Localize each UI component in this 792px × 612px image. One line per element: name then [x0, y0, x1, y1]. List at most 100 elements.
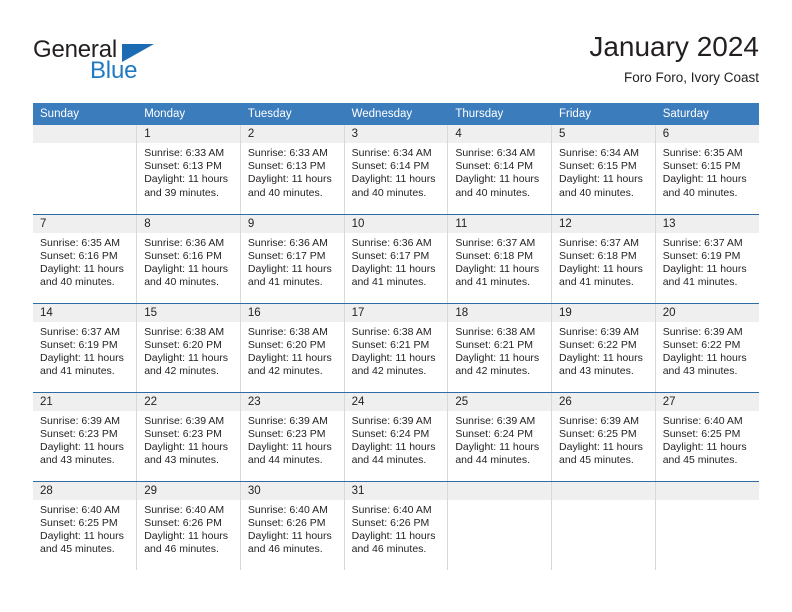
- day-cell[interactable]: 16 Sunrise: 6:38 AM Sunset: 6:20 PM Dayl…: [240, 303, 345, 393]
- sunrise-text: Sunrise: 6:39 AM: [455, 414, 536, 427]
- day-cell[interactable]: 27 Sunrise: 6:40 AM Sunset: 6:25 PM Dayl…: [655, 392, 759, 482]
- day-details: Sunrise: 6:33 AM Sunset: 6:13 PM Dayligh…: [241, 143, 344, 200]
- sunrise-text: Sunrise: 6:39 AM: [40, 414, 120, 427]
- calendar-week-row: 14 Sunrise: 6:37 AM Sunset: 6:19 PM Dayl…: [33, 303, 759, 393]
- daylight-text-line2: and 40 minutes.: [351, 186, 427, 199]
- day-cell[interactable]: 15 Sunrise: 6:38 AM Sunset: 6:20 PM Dayl…: [136, 303, 241, 393]
- daylight-text-line1: Daylight: 11 hours: [247, 351, 332, 364]
- daylight-text-line2: and 41 minutes.: [247, 276, 323, 289]
- day-cell[interactable]: 3 Sunrise: 6:34 AM Sunset: 6:14 PM Dayli…: [344, 125, 449, 215]
- daylight-text-line1: Daylight: 11 hours: [144, 262, 229, 275]
- sunset-text: Sunset: 6:19 PM: [662, 249, 741, 262]
- sunset-text: Sunset: 6:22 PM: [662, 338, 741, 351]
- day-number: 22: [137, 392, 240, 411]
- day-cell[interactable]: 5 Sunrise: 6:34 AM Sunset: 6:15 PM Dayli…: [551, 125, 656, 215]
- sunrise-text: Sunrise: 6:34 AM: [351, 147, 432, 159]
- day-cell[interactable]: 1 Sunrise: 6:33 AM Sunset: 6:13 PM Dayli…: [136, 125, 241, 215]
- day-cell[interactable]: 9 Sunrise: 6:36 AM Sunset: 6:17 PM Dayli…: [240, 214, 345, 304]
- day-cell[interactable]: 22 Sunrise: 6:39 AM Sunset: 6:23 PM Dayl…: [136, 392, 241, 482]
- day-number: [448, 481, 552, 500]
- daylight-text-line2: and 46 minutes.: [351, 543, 427, 556]
- sunrise-text: Sunrise: 6:38 AM: [144, 325, 225, 338]
- day-cell[interactable]: 17 Sunrise: 6:38 AM Sunset: 6:21 PM Dayl…: [344, 303, 449, 393]
- daylight-text-line1: Daylight: 11 hours: [351, 173, 436, 186]
- day-number: 30: [240, 481, 344, 500]
- day-cell[interactable]: 12 Sunrise: 6:37 AM Sunset: 6:18 PM Dayl…: [551, 214, 656, 304]
- sunrise-text: Sunrise: 6:39 AM: [247, 414, 328, 427]
- day-cell[interactable]: 21 Sunrise: 6:39 AM Sunset: 6:23 PM Dayl…: [33, 392, 138, 482]
- day-number: 11: [448, 214, 552, 233]
- sunset-text: Sunset: 6:16 PM: [40, 249, 118, 262]
- day-number: 10: [344, 214, 448, 233]
- day-number: 1: [137, 125, 240, 143]
- day-cell[interactable]: 11 Sunrise: 6:37 AM Sunset: 6:18 PM Dayl…: [447, 214, 553, 304]
- day-cell[interactable]: 10 Sunrise: 6:36 AM Sunset: 6:17 PM Dayl…: [344, 214, 449, 304]
- day-cell[interactable]: 28 Sunrise: 6:40 AM Sunset: 6:25 PM Dayl…: [33, 481, 138, 570]
- day-cell-empty: [551, 481, 656, 570]
- day-number: [655, 481, 759, 500]
- day-cell[interactable]: 18 Sunrise: 6:38 AM Sunset: 6:21 PM Dayl…: [447, 303, 553, 393]
- sunrise-text: Sunrise: 6:36 AM: [144, 236, 225, 249]
- daylight-text-line2: and 40 minutes.: [144, 276, 219, 289]
- day-cell[interactable]: 23 Sunrise: 6:39 AM Sunset: 6:23 PM Dayl…: [240, 392, 345, 482]
- day-details: Sunrise: 6:38 AM Sunset: 6:21 PM Dayligh…: [448, 322, 551, 379]
- day-cell[interactable]: 14 Sunrise: 6:37 AM Sunset: 6:19 PM Dayl…: [33, 303, 138, 393]
- day-cell[interactable]: 8 Sunrise: 6:36 AM Sunset: 6:16 PM Dayli…: [136, 214, 241, 304]
- sunrise-text: Sunrise: 6:35 AM: [662, 147, 743, 159]
- day-number: 25: [448, 392, 552, 411]
- daylight-text-line2: and 45 minutes.: [662, 454, 738, 467]
- day-number: 14: [33, 303, 137, 322]
- day-cell[interactable]: 4 Sunrise: 6:34 AM Sunset: 6:14 PM Dayli…: [447, 125, 553, 215]
- day-number: 9: [240, 214, 344, 233]
- day-number: 7: [33, 214, 137, 233]
- day-number: 23: [240, 392, 344, 411]
- day-cell[interactable]: 20 Sunrise: 6:39 AM Sunset: 6:22 PM Dayl…: [655, 303, 759, 393]
- page-title: January 2024: [589, 31, 759, 62]
- sunset-text: Sunset: 6:16 PM: [144, 249, 222, 262]
- day-number: 26: [552, 392, 655, 411]
- day-number: 12: [552, 214, 655, 233]
- day-details: Sunrise: 6:40 AM Sunset: 6:25 PM Dayligh…: [656, 411, 759, 468]
- day-number: 2: [240, 125, 344, 143]
- daylight-text-line1: Daylight: 11 hours: [247, 440, 332, 453]
- sunset-text: Sunset: 6:21 PM: [455, 338, 533, 351]
- daylight-text-line2: and 43 minutes.: [662, 365, 738, 378]
- weekday-header-sunday: Sunday: [33, 103, 138, 125]
- daylight-text-line2: and 41 minutes.: [40, 365, 115, 378]
- day-details: Sunrise: 6:35 AM Sunset: 6:15 PM Dayligh…: [656, 143, 759, 200]
- daylight-text-line2: and 42 minutes.: [247, 365, 323, 378]
- day-cell[interactable]: 24 Sunrise: 6:39 AM Sunset: 6:24 PM Dayl…: [344, 392, 449, 482]
- sunset-text: Sunset: 6:13 PM: [144, 160, 222, 173]
- day-cell-empty: [447, 481, 553, 570]
- day-details: Sunrise: 6:34 AM Sunset: 6:14 PM Dayligh…: [448, 143, 551, 200]
- sunrise-text: Sunrise: 6:38 AM: [455, 325, 536, 338]
- day-cell[interactable]: 2 Sunrise: 6:33 AM Sunset: 6:13 PM Dayli…: [240, 125, 345, 215]
- day-cell[interactable]: 25 Sunrise: 6:39 AM Sunset: 6:24 PM Dayl…: [447, 392, 553, 482]
- day-details: Sunrise: 6:39 AM Sunset: 6:24 PM Dayligh…: [448, 411, 551, 468]
- day-number: 24: [344, 392, 448, 411]
- calendar-week-row: 21 Sunrise: 6:39 AM Sunset: 6:23 PM Dayl…: [33, 392, 759, 482]
- generalblue-logo[interactable]: General Blue: [33, 36, 233, 88]
- calendar-table: Sunday Monday Tuesday Wednesday Thursday…: [33, 103, 759, 570]
- day-cell[interactable]: 26 Sunrise: 6:39 AM Sunset: 6:25 PM Dayl…: [551, 392, 656, 482]
- day-cell[interactable]: 29 Sunrise: 6:40 AM Sunset: 6:26 PM Dayl…: [136, 481, 241, 570]
- sunrise-text: Sunrise: 6:36 AM: [351, 236, 432, 249]
- weekday-header-friday: Friday: [551, 103, 656, 125]
- daylight-text-line1: Daylight: 11 hours: [351, 440, 436, 453]
- day-cell[interactable]: 7 Sunrise: 6:35 AM Sunset: 6:16 PM Dayli…: [33, 214, 138, 304]
- sunset-text: Sunset: 6:23 PM: [40, 427, 118, 440]
- day-cell[interactable]: 19 Sunrise: 6:39 AM Sunset: 6:22 PM Dayl…: [551, 303, 656, 393]
- daylight-text-line2: and 41 minutes.: [559, 276, 634, 289]
- day-cell[interactable]: 30 Sunrise: 6:40 AM Sunset: 6:26 PM Dayl…: [240, 481, 345, 570]
- day-details: Sunrise: 6:33 AM Sunset: 6:13 PM Dayligh…: [137, 143, 240, 200]
- daylight-text-line1: Daylight: 11 hours: [144, 173, 229, 186]
- day-cell[interactable]: 6 Sunrise: 6:35 AM Sunset: 6:15 PM Dayli…: [655, 125, 759, 215]
- daylight-text-line1: Daylight: 11 hours: [662, 173, 747, 186]
- day-cell[interactable]: 31 Sunrise: 6:40 AM Sunset: 6:26 PM Dayl…: [344, 481, 449, 570]
- day-cell[interactable]: [33, 125, 138, 215]
- sunrise-text: Sunrise: 6:40 AM: [247, 503, 328, 516]
- day-number: 16: [240, 303, 344, 322]
- sunrise-text: Sunrise: 6:39 AM: [662, 325, 743, 338]
- day-details: Sunrise: 6:38 AM Sunset: 6:20 PM Dayligh…: [241, 322, 344, 379]
- day-cell[interactable]: 13 Sunrise: 6:37 AM Sunset: 6:19 PM Dayl…: [655, 214, 759, 304]
